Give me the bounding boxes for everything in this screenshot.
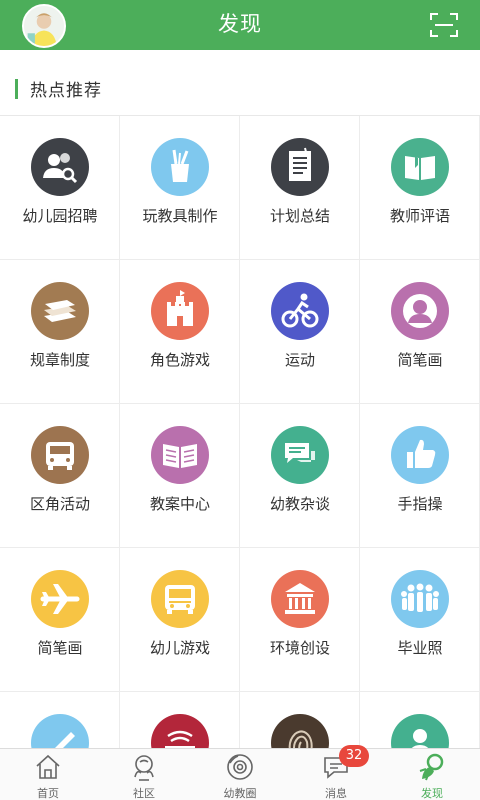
grid-item-role-play[interactable]: 角色游戏 <box>120 260 240 404</box>
grid-item-label: 幼教杂谈 <box>269 495 330 513</box>
grid-item-graduation-photo[interactable]: 毕业照 <box>360 548 480 692</box>
grid-item-label: 教师评语 <box>389 207 450 225</box>
community-icon <box>134 755 154 781</box>
document-icon <box>271 138 329 196</box>
feature-grid: 幼儿园招聘 玩教具制作 计划总结 教师评语 规章制度 角色游戏 运动 简笔画 区… <box>0 116 480 748</box>
grid-item-label: 简笔画 <box>37 639 83 657</box>
grid-item-lesson-plans[interactable]: 教案中心 <box>120 404 240 548</box>
grid-item-label: 角色游戏 <box>149 351 210 369</box>
grid-item-regulations[interactable]: 规章制度 <box>0 260 120 404</box>
nav-home[interactable]: 首页 <box>0 749 96 800</box>
bottom-nav: 首页 社区 幼教圈 32 消息 发现 <box>0 745 480 800</box>
grid-item-label: 规章制度 <box>29 351 90 369</box>
grid-item-label: 环境创设 <box>269 639 330 657</box>
grid-item-label: 教案中心 <box>149 495 210 513</box>
grid-item-label: 玩教具制作 <box>142 207 218 225</box>
grid-item-row5-4[interactable] <box>360 692 480 748</box>
nav-label: 发现 <box>421 787 443 800</box>
grid-item-row5-3[interactable] <box>240 692 360 748</box>
nav-label: 社区 <box>133 787 155 800</box>
discover-rocket-icon <box>419 753 444 781</box>
chat-bubbles-icon <box>271 426 329 484</box>
grid-item-toy-making[interactable]: 玩教具制作 <box>120 116 240 260</box>
nav-messages[interactable]: 32 消息 <box>288 745 384 800</box>
grid-item-recruitment[interactable]: 幼儿园招聘 <box>0 116 120 260</box>
castle-icon <box>151 282 209 340</box>
fingerprint-icon <box>271 714 329 748</box>
grid-item-chat[interactable]: 幼教杂谈 <box>240 404 360 548</box>
nav-community[interactable]: 社区 <box>96 749 192 800</box>
open-book-icon <box>151 426 209 484</box>
group-photo-icon <box>391 570 449 628</box>
cyclist-icon <box>271 282 329 340</box>
section-accent-bar <box>15 79 18 99</box>
grid-item-label: 简笔画 <box>397 351 443 369</box>
grid-item-sports[interactable]: 运动 <box>240 260 360 404</box>
book-bookmark-icon <box>391 138 449 196</box>
scan-icon <box>430 13 458 37</box>
thumbs-up-icon <box>391 426 449 484</box>
portrait-icon <box>391 282 449 340</box>
grid-item-label: 区角活动 <box>29 495 90 513</box>
wifi-card-icon <box>151 714 209 748</box>
building-icon <box>271 570 329 628</box>
grid-item-label: 计划总结 <box>269 207 330 225</box>
grid-item-kids-games[interactable]: 幼儿游戏 <box>120 548 240 692</box>
unread-badge: 32 <box>339 745 369 767</box>
grid-item-corner-activities[interactable]: 区角活动 <box>0 404 120 548</box>
camera-circle-icon <box>227 754 253 780</box>
grid-item-label: 手指操 <box>397 495 443 513</box>
book-stack-icon <box>31 282 89 340</box>
app-root: 发现 热点推荐 幼儿园招聘 玩教具制作 计划总结 教师评语 规章制度 角色游戏 … <box>0 0 480 800</box>
grid-item-teacher-comments[interactable]: 教师评语 <box>360 116 480 260</box>
top-bar: 发现 <box>0 0 480 50</box>
person-icon <box>391 714 449 748</box>
grid-item-sketch[interactable]: 简笔画 <box>360 260 480 404</box>
grid-item-label: 运动 <box>284 351 315 369</box>
grid-item-row5-1[interactable] <box>0 692 120 748</box>
page-title: 发现 <box>218 12 262 36</box>
grid-item-label: 毕业照 <box>397 639 443 657</box>
scan-button[interactable] <box>430 12 458 38</box>
section-title: 热点推荐 <box>30 81 102 101</box>
grid-item-label: 幼儿园招聘 <box>22 207 98 225</box>
grid-item-plan-summary[interactable]: 计划总结 <box>240 116 360 260</box>
airplane-icon <box>31 570 89 628</box>
nav-label: 首页 <box>37 787 59 800</box>
nav-circle[interactable]: 幼教圈 <box>192 749 288 800</box>
grid-item-finger-exercise[interactable]: 手指操 <box>360 404 480 548</box>
grid-item-sketch-2[interactable]: 简笔画 <box>0 548 120 692</box>
nav-label: 幼教圈 <box>223 787 257 800</box>
school-bus-icon <box>151 570 209 628</box>
people-search-icon <box>31 138 89 196</box>
grid-item-row5-2[interactable] <box>120 692 240 748</box>
nav-label: 消息 <box>325 787 347 800</box>
grid-item-environment[interactable]: 环境创设 <box>240 548 360 692</box>
grid-item-label: 幼儿游戏 <box>149 639 210 657</box>
pen-icon <box>31 714 89 748</box>
pencil-cup-icon <box>151 138 209 196</box>
nav-discover[interactable]: 发现 <box>384 749 480 800</box>
bus-icon <box>31 426 89 484</box>
home-icon <box>36 754 60 779</box>
